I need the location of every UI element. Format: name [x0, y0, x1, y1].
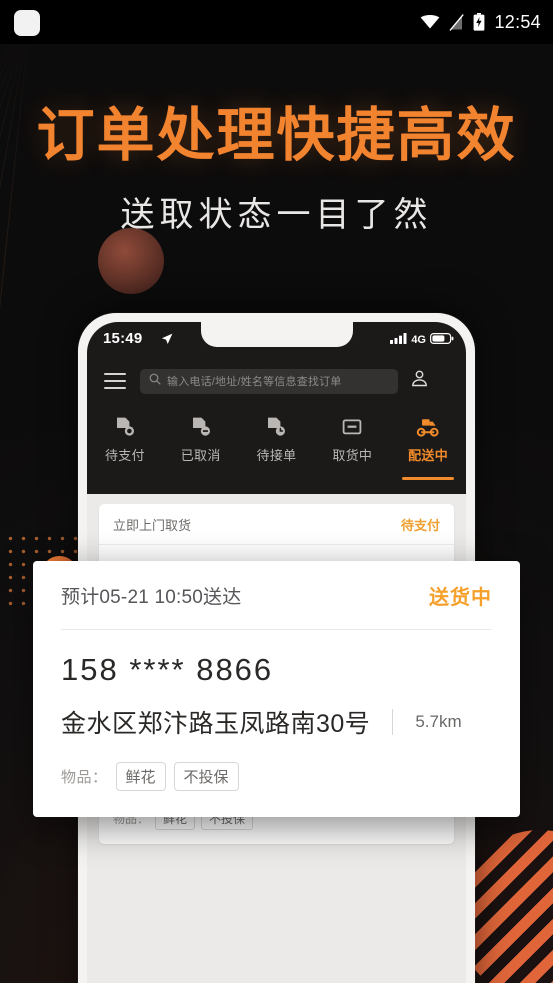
delivery-address: 金水区郑汴路玉凤路南30号 — [61, 710, 371, 738]
battery-charging-icon — [473, 13, 485, 31]
app-square-icon — [14, 10, 40, 36]
tab-underline — [402, 477, 455, 480]
tab-cancelled[interactable]: 已取消 — [163, 410, 239, 476]
app-screenshot: 12:54 订单处理快捷高效 送取状态一目了然 15:49 4G 输入电话/地址… — [0, 0, 553, 983]
promo-headline: 订单处理快捷高效 — [36, 103, 517, 168]
promo-subheadline: 送取状态一目了然 — [120, 196, 433, 234]
tab-label: 已取消 — [180, 448, 221, 463]
estimated-delivery-time: 预计05-21 10:50送达 — [61, 586, 242, 608]
search-icon — [149, 372, 161, 390]
user-account-icon[interactable] — [410, 369, 429, 393]
network-type-label: 4G — [411, 334, 426, 346]
cellular-bars-icon — [390, 331, 407, 349]
tab-label: 配送中 — [408, 448, 449, 463]
order-status-tabs: 待支付 已取消 待接单 取货中 配送中 — [87, 410, 466, 480]
status-bar-right-cluster: 12:54 — [420, 0, 541, 44]
customer-phone: 158 **** 8866 — [61, 652, 274, 687]
tab-label: 待支付 — [104, 448, 145, 463]
highlighted-order-card[interactable]: 预计05-21 10:50送达 送货中 158 **** 8866 金水区郑汴路… — [33, 561, 520, 817]
phone-notch — [200, 322, 353, 347]
order-title: 立即上门取货 — [113, 517, 192, 533]
tab-label: 取货中 — [332, 448, 373, 463]
tab-picking-up[interactable]: 取货中 — [314, 410, 390, 476]
phone-clock: 15:49 — [103, 330, 143, 347]
battery-icon — [430, 331, 454, 349]
goods-tag: 鲜花 — [115, 762, 166, 791]
search-input[interactable]: 输入电话/地址/姓名等信息查找订单 — [140, 368, 398, 394]
insurance-tag: 不投保 — [173, 762, 239, 791]
order-card-header: 立即上门取货 待支付 — [99, 504, 454, 545]
goods-label: 物品： — [61, 769, 108, 786]
delivery-status-badge: 送货中 — [429, 586, 492, 609]
app-top-area: 15:49 4G 输入电话/地址/姓名等信息查找订单 待支付 已取消 待接单 取… — [87, 322, 466, 494]
phone-status-right: 4G — [390, 331, 454, 349]
app-header: 输入电话/地址/姓名等信息查找订单 — [87, 360, 466, 402]
tab-pending-payment[interactable]: 待支付 — [87, 410, 163, 476]
order-status-badge: 待支付 — [400, 517, 440, 533]
highlighted-card-header: 预计05-21 10:50送达 送货中 — [33, 561, 520, 629]
system-status-bar: 12:54 — [0, 0, 553, 44]
delivery-distance: 5.7km — [415, 712, 462, 731]
delivery-address-row: 金水区郑汴路玉凤路南30号 5.7km — [61, 704, 492, 740]
divider — [392, 709, 394, 735]
clock-time: 12:54 — [494, 11, 541, 32]
wifi-icon — [420, 15, 440, 29]
highlighted-card-body: 158 **** 8866 金水区郑汴路玉凤路南30号 5.7km 物品： 鲜花… — [33, 630, 520, 817]
tab-label: 待接单 — [256, 448, 297, 463]
goods-row: 物品： 鲜花 不投保 — [61, 762, 492, 791]
hamburger-menu-icon[interactable] — [104, 373, 126, 389]
location-arrow-icon — [161, 332, 173, 350]
search-placeholder-text: 输入电话/地址/姓名等信息查找订单 — [167, 376, 342, 388]
signal-icon — [449, 13, 465, 31]
tab-delivering[interactable]: 配送中 — [390, 410, 466, 480]
tab-waiting-accept[interactable]: 待接单 — [239, 410, 315, 476]
